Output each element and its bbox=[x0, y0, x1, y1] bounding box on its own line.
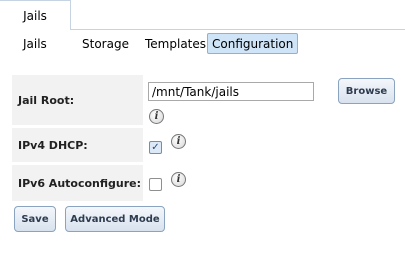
ipv4-dhcp-info-icon[interactable]: i bbox=[171, 134, 186, 149]
ipv6-autoconfigure-checkbox[interactable] bbox=[149, 178, 162, 191]
ipv4-dhcp-label-cell: IPv4 DHCP: bbox=[12, 128, 143, 162]
ipv6-autoconfigure-label-cell: IPv6 Autoconfigure: bbox=[12, 165, 143, 201]
subtab-jails[interactable]: Jails bbox=[19, 33, 51, 54]
subtab-configuration[interactable]: Configuration bbox=[207, 33, 299, 54]
tab-jails-label: Jails bbox=[23, 8, 47, 23]
tab-jails[interactable]: Jails bbox=[0, 0, 71, 30]
subtab-jails-label: Jails bbox=[23, 36, 47, 51]
info-glyph: i bbox=[176, 136, 181, 147]
tab-divider bbox=[71, 29, 405, 30]
save-button-label: Save bbox=[21, 213, 49, 225]
subtab-templates[interactable]: Templates bbox=[141, 33, 210, 54]
subtab-configuration-label: Configuration bbox=[212, 36, 294, 51]
info-glyph: i bbox=[176, 174, 181, 185]
jail-root-label-cell: Jail Root: bbox=[12, 75, 143, 125]
check-icon: ✓ bbox=[151, 141, 160, 153]
browse-button[interactable]: Browse bbox=[338, 78, 395, 104]
ipv4-dhcp-label: IPv4 DHCP: bbox=[18, 138, 88, 152]
browse-button-label: Browse bbox=[345, 85, 388, 97]
info-glyph: i bbox=[154, 111, 159, 122]
subtab-storage-label: Storage bbox=[82, 36, 129, 51]
advanced-mode-button-label: Advanced Mode bbox=[70, 213, 160, 225]
ipv6-autoconfigure-info-icon[interactable]: i bbox=[171, 172, 186, 187]
jail-root-label: Jail Root: bbox=[18, 93, 75, 107]
jail-root-info-icon[interactable]: i bbox=[149, 109, 164, 124]
save-button[interactable]: Save bbox=[14, 206, 56, 232]
jail-root-input[interactable] bbox=[148, 82, 314, 101]
advanced-mode-button[interactable]: Advanced Mode bbox=[65, 206, 165, 232]
subtab-storage[interactable]: Storage bbox=[78, 33, 133, 54]
ipv4-dhcp-checkbox[interactable]: ✓ bbox=[149, 141, 162, 154]
ipv6-autoconfigure-label: IPv6 Autoconfigure: bbox=[18, 176, 142, 190]
subtab-templates-label: Templates bbox=[145, 36, 207, 51]
